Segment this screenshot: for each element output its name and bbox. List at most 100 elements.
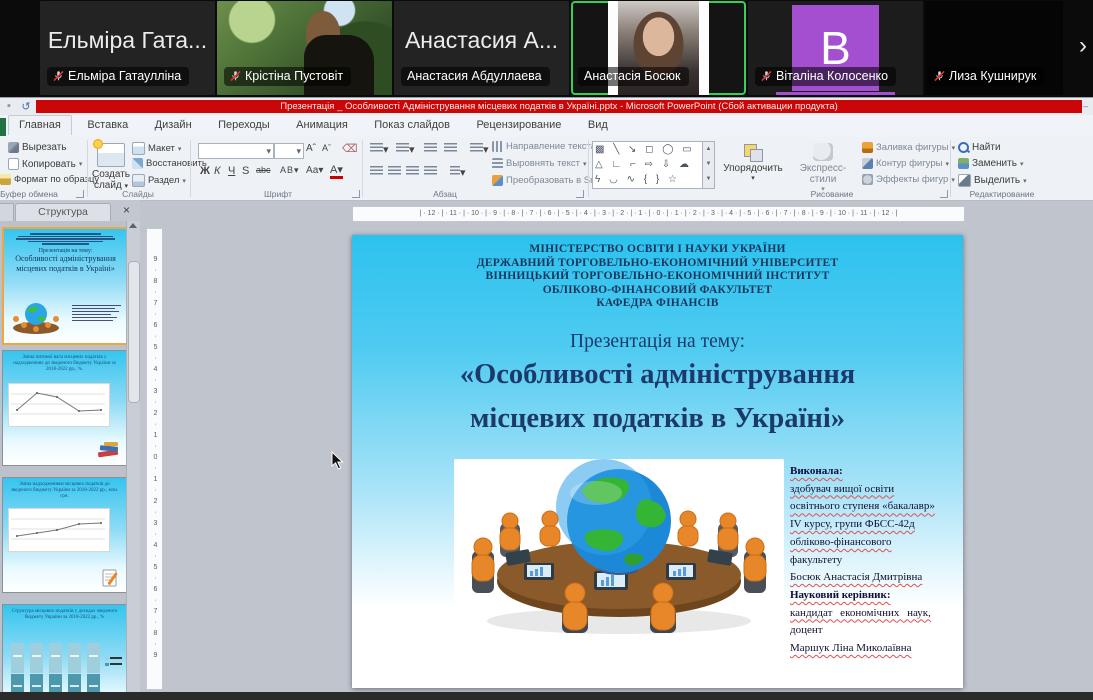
font-family-select[interactable]: ▾	[198, 143, 274, 159]
mouse-cursor	[331, 451, 345, 471]
globe-table-clipart	[454, 459, 784, 645]
line-spacing-button[interactable]: ▾	[470, 143, 489, 156]
align-right-icon	[406, 166, 419, 176]
shapes-scroll-down-icon[interactable]: ▼	[703, 157, 714, 172]
screen: Ельміра Гата... Ельміра Гатаулліна Кріст…	[0, 0, 1093, 700]
copy-button[interactable]: Копировать▾	[8, 158, 82, 170]
shapes-scroll-up-icon[interactable]: ▲	[703, 142, 714, 157]
slide-editing-area[interactable]: МІНІСТЕРСТВО ОСВІТИ І НАУКИ УКРАЇНИ ДЕРЖ…	[352, 235, 963, 688]
change-case-button[interactable]: Аа▾	[306, 165, 323, 176]
participant-name: Анастасия Абдуллаева	[407, 69, 542, 83]
grow-font-button[interactable]: Аˆ	[306, 143, 316, 154]
shadow-button[interactable]: S	[242, 165, 249, 177]
tab-animatsiya[interactable]: Анимация	[285, 115, 359, 134]
font-color-button[interactable]: А▾	[330, 165, 343, 179]
slide-thumbnail-2[interactable]: Зміна питомої ваги місцевих податків у н…	[2, 350, 127, 466]
character-spacing-button[interactable]: АВ▾	[280, 165, 300, 176]
drawing-dialog-launcher[interactable]	[940, 190, 948, 198]
participant-name-badge: Анастасия Абдуллаева	[401, 67, 550, 86]
paragraph-dialog-launcher[interactable]	[576, 190, 584, 198]
align-center-button[interactable]	[388, 166, 401, 179]
shapes-row-1[interactable]: ▩ ╲ ↘ ◻ ◯ ▭	[595, 142, 703, 157]
shape-fill-button[interactable]: Заливка фигуры▾	[862, 142, 955, 153]
save-icon[interactable]: ▪	[3, 100, 15, 112]
tab-glavnaya[interactable]: Главная	[8, 115, 72, 135]
slide-thumbnail-3[interactable]: Зміна надходженням місцевих податків до …	[2, 477, 127, 593]
cut-button[interactable]: Вырезать	[8, 142, 66, 153]
window-title: Презентація _ Особливості Адмініструванн…	[36, 100, 1082, 113]
format-painter-button[interactable]: Формат по образцу	[0, 174, 99, 185]
thumbnails-scrollbar[interactable]	[126, 221, 140, 692]
scrollbar-thumb[interactable]	[128, 261, 140, 403]
bullets-button[interactable]: ▾	[370, 143, 389, 156]
text-direction-button[interactable]: Направление текста▾	[492, 141, 603, 152]
tab-retsenzirovanie[interactable]: Рецензирование	[465, 115, 572, 134]
participant-tile-3[interactable]: Анастасия А... Анастасия Абдуллаева	[394, 1, 569, 95]
thumb3-notebook-icon	[101, 568, 121, 588]
group-label-font: Шрифт	[198, 189, 358, 199]
bold-button[interactable]: Ж	[200, 165, 210, 177]
text-direction-icon	[492, 141, 503, 152]
undo-icon[interactable]: ↺	[20, 100, 32, 112]
minimize-button[interactable]: –	[1083, 100, 1091, 112]
new-slide-button[interactable]: Создать слайд ▾	[92, 143, 130, 191]
shape-effects-button[interactable]: Эффекты фигур▾	[862, 174, 955, 185]
align-text-button[interactable]: Выровнять текст▾	[492, 158, 587, 169]
font-dialog-launcher[interactable]	[352, 190, 360, 198]
columns-button[interactable]: ▾	[450, 166, 466, 179]
align-right-button[interactable]	[406, 166, 419, 179]
replace-button[interactable]: Заменить▾	[958, 158, 1023, 169]
justify-button[interactable]	[424, 166, 437, 179]
shrink-font-button[interactable]: Аˇ	[322, 143, 331, 153]
select-button[interactable]: Выделить▾	[958, 174, 1027, 187]
find-button[interactable]: Найти	[958, 142, 1001, 153]
shapes-more-icon[interactable]: ▼	[703, 172, 714, 187]
scroll-up-icon[interactable]	[129, 223, 137, 228]
file-tab[interactable]	[0, 118, 6, 136]
shapes-row-3[interactable]: ϟ ◡ ∿ { } ☆	[595, 172, 703, 187]
quick-styles-button[interactable]: Экспресс-стили▾	[788, 143, 858, 193]
align-left-button[interactable]	[370, 166, 383, 179]
shapes-gallery[interactable]: ▩ ╲ ↘ ◻ ◯ ▭ △ ∟ ⌐ ⇨ ⇩ ☁ ϟ ◡ ∿ { } ☆	[592, 141, 706, 189]
tab-dizayn[interactable]: Дизайн	[144, 115, 203, 134]
numbering-button[interactable]: ▾	[396, 143, 415, 156]
tab-pokaz-slaydov[interactable]: Показ слайдов	[363, 115, 461, 134]
participant-tile-2[interactable]: Крістіна Пустовіт	[217, 1, 392, 95]
section-icon	[132, 174, 145, 187]
clipboard-dialog-launcher[interactable]	[76, 190, 84, 198]
thumb3-title: Зміна надходженням місцевих податків до …	[9, 482, 120, 500]
reset-button[interactable]: Восстановить	[132, 158, 207, 169]
slide-thumbnail-4[interactable]: Структура місцевих податків у доходах зв…	[2, 604, 127, 694]
tab-perekhody[interactable]: Переходы	[207, 115, 281, 134]
participant-tile-1[interactable]: Ельміра Гата... Ельміра Гатаулліна	[40, 1, 215, 95]
decrease-indent-button[interactable]	[424, 143, 437, 156]
layout-button[interactable]: Макет▾	[132, 142, 181, 155]
participant-tile-5[interactable]: B Віталіна Колосенко	[748, 1, 923, 95]
slides-tab-partial[interactable]	[0, 203, 14, 222]
tab-vstavka[interactable]: Вставка	[76, 115, 139, 134]
muted-mic-icon	[53, 70, 64, 82]
shape-outline-button[interactable]: Контур фигуры▾	[862, 158, 949, 169]
participant-tile-4-active-speaker[interactable]: Анастасія Босюк	[571, 1, 746, 95]
shapes-gallery-scrollbar[interactable]: ▲ ▼ ▼	[702, 141, 715, 189]
tab-structure[interactable]: Структура	[15, 203, 111, 221]
section-button[interactable]: Раздел▾	[132, 174, 186, 187]
clear-formatting-button[interactable]: ⌫	[342, 142, 358, 155]
participant-tile-6[interactable]: Лиза Кушнирук	[925, 1, 1063, 95]
more-participants-arrow[interactable]: ›	[1079, 32, 1087, 60]
underline-button[interactable]: Ч	[228, 165, 235, 177]
slide-thumbnail-1-selected[interactable]: Презентація на тему: Особливості адмініс…	[2, 227, 129, 345]
tab-vid[interactable]: Вид	[577, 115, 619, 134]
strikethrough-button[interactable]: abc	[256, 165, 271, 175]
participant-name-badge: Анастасія Босюк	[578, 67, 689, 86]
italic-button[interactable]: К	[214, 165, 220, 177]
arrange-icon	[742, 143, 764, 161]
participant-name: Крістіна Пустовіт	[245, 69, 343, 83]
shapes-row-2[interactable]: △ ∟ ⌐ ⇨ ⇩ ☁	[595, 157, 703, 172]
arrange-button[interactable]: Упорядочить▾	[722, 143, 784, 182]
font-size-select[interactable]: ▾	[274, 143, 304, 159]
participant-name: Ельміра Гатаулліна	[68, 69, 181, 83]
close-panel-icon[interactable]: ×	[119, 203, 134, 218]
slide-title: «Особливості адміністрування місцевих по…	[352, 353, 963, 441]
increase-indent-button[interactable]	[444, 143, 457, 156]
